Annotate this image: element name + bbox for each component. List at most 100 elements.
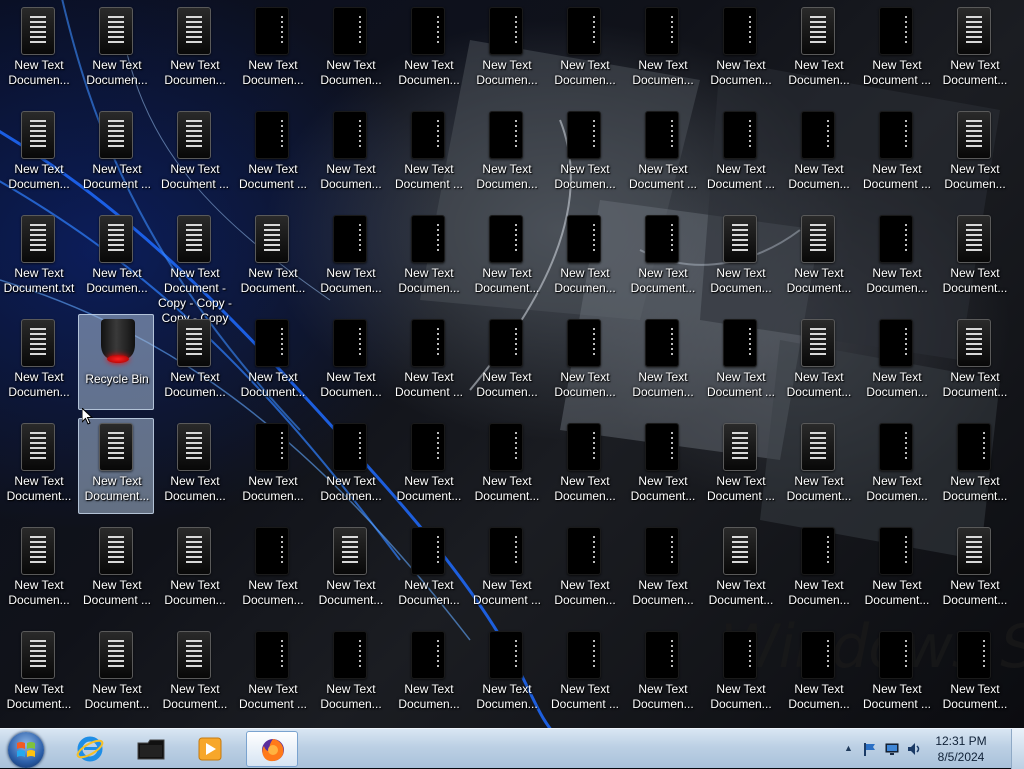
text-document-file[interactable]: New Text Documen... [546, 314, 622, 410]
taskbar-clock[interactable]: 12:31 PM 8/5/2024 [926, 733, 996, 765]
text-document-file[interactable]: New Text Documen... [156, 2, 232, 98]
text-document-file[interactable]: New Text Documen... [858, 314, 934, 410]
text-document-file[interactable]: New Text Documen... [78, 210, 154, 306]
text-document-file[interactable]: New Text Documen... [390, 522, 466, 618]
taskbar-firefox[interactable] [246, 731, 298, 767]
text-document-file[interactable]: New Text Documen... [468, 314, 544, 410]
text-document-file[interactable]: New Text Document... [936, 418, 1012, 514]
text-document-file[interactable]: New Text Documen... [468, 626, 544, 722]
text-document-file[interactable]: New Text Documen... [312, 210, 388, 306]
text-document-file[interactable]: New Text Documen... [546, 2, 622, 98]
text-document-file[interactable]: New Text Document ... [234, 106, 310, 202]
text-document-file[interactable]: New Text Documen... [390, 626, 466, 722]
text-document-file[interactable]: New Text Document... [780, 314, 856, 410]
text-document-file[interactable]: New Text Documen... [702, 210, 778, 306]
text-document-file[interactable]: New Text Documen... [468, 106, 544, 202]
text-document-file[interactable]: New Text Documen... [312, 626, 388, 722]
text-document-file[interactable]: New Text Documen... [702, 626, 778, 722]
show-desktop-button[interactable] [1011, 729, 1024, 769]
text-document-file[interactable]: New Text Documen... [156, 314, 232, 410]
text-document-file[interactable]: New Text Documen... [780, 626, 856, 722]
text-document-file[interactable]: New Text Document ... [858, 106, 934, 202]
text-document-file[interactable]: New Text Document ... [858, 2, 934, 98]
text-document-file[interactable]: New Text Document... [468, 418, 544, 514]
text-document-file[interactable]: New Text Document.txt [0, 210, 76, 306]
text-document-file[interactable]: New Text Documen... [234, 2, 310, 98]
text-document-file[interactable]: New Text Documen... [390, 210, 466, 306]
text-document-file[interactable]: New Text Document ... [468, 522, 544, 618]
text-document-file[interactable]: New Text Documen... [390, 2, 466, 98]
text-document-file[interactable]: New Text Document... [702, 522, 778, 618]
taskbar-windows-explorer[interactable] [124, 731, 176, 767]
text-document-file[interactable]: New Text Documen... [0, 106, 76, 202]
text-document-file[interactable]: New Text Documen... [234, 418, 310, 514]
text-document-file[interactable]: New Text Documen... [156, 418, 232, 514]
start-button[interactable] [4, 730, 48, 768]
text-document-file[interactable]: New Text Document ... [702, 106, 778, 202]
text-document-file[interactable]: New Text Document... [936, 314, 1012, 410]
text-document-file[interactable]: New Text Document ... [390, 106, 466, 202]
text-document-file[interactable]: New Text Document... [234, 210, 310, 306]
text-document-file[interactable]: New Text Documen... [78, 2, 154, 98]
volume-icon[interactable] [906, 741, 922, 757]
text-document-file[interactable]: New Text Documen... [624, 626, 700, 722]
text-document-file[interactable]: New Text Documen... [624, 522, 700, 618]
text-document-file[interactable]: New Text Document... [78, 418, 154, 514]
text-document-file[interactable]: New Text Documen... [702, 2, 778, 98]
text-document-file[interactable]: New Text Document ... [78, 522, 154, 618]
text-document-file[interactable]: New Text Document... [936, 522, 1012, 618]
text-document-file[interactable]: New Text Document... [0, 418, 76, 514]
text-document-file[interactable]: New Text Documen... [468, 2, 544, 98]
text-document-file[interactable]: New Text Documen... [312, 2, 388, 98]
text-document-file[interactable]: New Text Document ... [78, 106, 154, 202]
text-document-file[interactable]: New Text Documen... [0, 522, 76, 618]
taskbar-internet-explorer[interactable] [64, 731, 116, 767]
text-document-file[interactable]: New Text Document... [156, 626, 232, 722]
text-document-file[interactable]: New Text Documen... [546, 106, 622, 202]
text-document-file[interactable]: New Text Documen... [858, 418, 934, 514]
text-document-file[interactable]: New Text Document... [936, 626, 1012, 722]
recycle-bin-shortcut[interactable]: Recycle Bin [78, 314, 154, 410]
text-document-file[interactable]: New Text Document ... [858, 626, 934, 722]
text-document-file[interactable]: New Text Document... [858, 522, 934, 618]
text-document-file[interactable]: New Text Document... [780, 210, 856, 306]
text-document-file[interactable]: New Text Documen... [624, 2, 700, 98]
text-document-file[interactable]: New Text Document ... [624, 106, 700, 202]
text-document-file[interactable]: New Text Document... [780, 418, 856, 514]
text-document-file[interactable]: New Text Documen... [780, 2, 856, 98]
text-document-file[interactable]: New Text Documen... [156, 522, 232, 618]
text-document-file[interactable]: New Text Documen... [546, 418, 622, 514]
text-document-file[interactable]: New Text Documen... [858, 210, 934, 306]
text-document-file[interactable]: New Text Documen... [936, 106, 1012, 202]
text-document-file[interactable]: New Text Document... [936, 2, 1012, 98]
text-document-file[interactable]: New Text Document... [468, 210, 544, 306]
text-document-file[interactable]: New Text Documen... [234, 522, 310, 618]
action-center-flag-icon[interactable] [862, 741, 878, 757]
text-document-file[interactable]: New Text Document... [624, 418, 700, 514]
text-document-file[interactable]: New Text Documen... [780, 106, 856, 202]
show-hidden-icons-chevron-icon[interactable]: ▲ [844, 743, 853, 753]
text-document-file[interactable]: New Text Document ... [546, 626, 622, 722]
text-document-file[interactable]: New Text Document... [624, 210, 700, 306]
text-document-file[interactable]: New Text Document... [234, 314, 310, 410]
text-document-file[interactable]: New Text Documen... [546, 210, 622, 306]
text-document-file[interactable]: New Text Document... [78, 626, 154, 722]
taskbar-media-player[interactable] [184, 731, 236, 767]
text-document-file[interactable]: New Text Document ... [702, 314, 778, 410]
text-document-file[interactable]: New Text Document... [312, 522, 388, 618]
text-document-file[interactable]: New Text Document... [936, 210, 1012, 306]
text-document-file[interactable]: New Text Documen... [0, 314, 76, 410]
text-document-file[interactable]: New Text Documen... [780, 522, 856, 618]
text-document-file[interactable]: New Text Document ... [156, 106, 232, 202]
text-document-file[interactable]: New Text Documen... [624, 314, 700, 410]
text-document-file[interactable]: New Text Document ... [234, 626, 310, 722]
text-document-file[interactable]: New Text Document... [0, 626, 76, 722]
text-document-file[interactable]: New Text Documen... [312, 314, 388, 410]
text-document-file[interactable]: New Text Document... [390, 418, 466, 514]
text-document-file[interactable]: New Text Documen... [312, 418, 388, 514]
text-document-file[interactable]: New Text Document ... [702, 418, 778, 514]
text-document-file[interactable]: New Text Documen... [546, 522, 622, 618]
network-icon[interactable] [884, 741, 900, 757]
text-document-file[interactable]: New Text Documen... [0, 2, 76, 98]
text-document-file[interactable]: New Text Document ... [390, 314, 466, 410]
